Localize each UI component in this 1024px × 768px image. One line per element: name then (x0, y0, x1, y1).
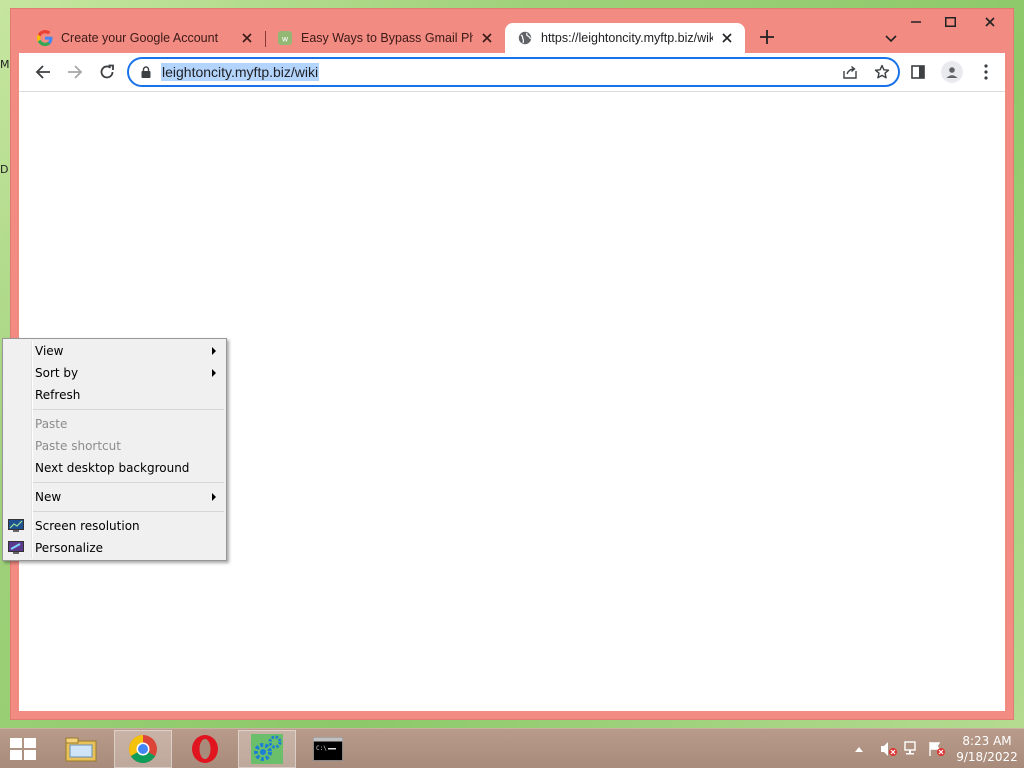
menu-separator (3, 406, 226, 413)
bookmark-star-icon[interactable] (872, 62, 892, 82)
taskbar-settings-app[interactable] (238, 730, 296, 768)
address-bar[interactable]: leightoncity.myftp.biz/wiki (127, 57, 900, 87)
menu-item-new[interactable]: New (3, 486, 226, 508)
command-prompt-icon: C:\ (313, 737, 343, 761)
taskbar: C:\ 8:23 AM 9/18/2022 (0, 728, 1024, 768)
minimize-button[interactable] (899, 9, 933, 35)
menu-item-label: Personalize (35, 541, 104, 555)
share-icon[interactable] (840, 62, 860, 82)
menu-item-label: New (35, 490, 62, 504)
tab-bypass-gmail[interactable]: w Easy Ways to Bypass Gmail Phone (265, 23, 505, 53)
tab-strip: Create your Google Account w Easy Ways t… (25, 21, 903, 53)
taskbar-command-prompt[interactable]: C:\ (299, 730, 357, 768)
menu-item-label: Next desktop background (35, 461, 190, 475)
close-tab-icon[interactable] (719, 30, 735, 46)
reload-icon (100, 64, 114, 79)
url-text[interactable]: leightoncity.myftp.biz/wiki (161, 63, 320, 81)
menu-item-sort-by[interactable]: Sort by (3, 362, 226, 384)
menu-item-label: Paste shortcut (35, 439, 121, 453)
tab-google-account[interactable]: Create your Google Account (25, 23, 265, 53)
submenu-arrow-icon (212, 347, 216, 355)
close-tab-icon[interactable] (479, 30, 495, 46)
back-arrow-icon (35, 65, 50, 79)
tab-search-button[interactable] (881, 29, 901, 49)
taskbar-opera[interactable] (176, 730, 234, 768)
new-tab-button[interactable] (753, 23, 781, 51)
plus-icon (760, 30, 774, 44)
file-explorer-icon (65, 737, 97, 762)
submenu-arrow-icon (212, 493, 216, 501)
globe-icon (517, 30, 533, 46)
menu-separator (3, 508, 226, 515)
close-tab-icon[interactable] (239, 30, 255, 46)
reload-button[interactable] (91, 56, 123, 88)
tab-title: https://leightoncity.myftp.biz/wiki (541, 31, 713, 45)
close-icon (985, 17, 995, 27)
menu-item-view[interactable]: View (3, 340, 226, 362)
start-button[interactable] (6, 735, 40, 763)
action-center-icon[interactable] (926, 738, 948, 760)
desktop-context-menu: View Sort by Refresh Paste Paste shortcu… (2, 338, 227, 561)
windows-logo-icon (10, 738, 36, 760)
menu-item-refresh[interactable]: Refresh (3, 384, 226, 406)
menu-item-label: Refresh (35, 388, 81, 402)
minimize-icon (911, 21, 921, 23)
desktop-icon-label: D (0, 163, 9, 176)
menu-item-label: Sort by (35, 366, 79, 380)
forward-arrow-icon (68, 65, 83, 79)
svg-text:w: w (282, 35, 289, 44)
system-tray: 8:23 AM 9/18/2022 (848, 729, 1024, 768)
taskbar-file-explorer[interactable] (52, 730, 110, 768)
maximize-button[interactable] (933, 9, 967, 35)
chrome-icon (129, 735, 157, 763)
personalize-icon (8, 541, 24, 554)
menu-item-paste-shortcut: Paste shortcut (3, 435, 226, 457)
back-button[interactable] (27, 56, 59, 88)
network-icon[interactable] (902, 738, 924, 760)
menu-item-paste: Paste (3, 413, 226, 435)
profile-button[interactable] (937, 56, 967, 88)
menu-kebab-icon[interactable] (971, 56, 1001, 88)
google-g-icon (37, 30, 53, 46)
volume-muted-icon[interactable] (878, 738, 900, 760)
menu-item-label: Paste (35, 417, 68, 431)
monitor-icon (8, 519, 24, 532)
lock-icon[interactable] (139, 65, 153, 79)
menu-item-screen-resolution[interactable]: Screen resolution (3, 515, 226, 537)
side-panel-icon[interactable] (903, 56, 933, 88)
submenu-arrow-icon (212, 369, 216, 377)
clock-date: 9/18/2022 (956, 750, 1018, 764)
show-hidden-icons-icon[interactable] (848, 738, 870, 760)
opera-icon (192, 735, 218, 763)
window-controls (899, 9, 1013, 35)
menu-item-label: View (35, 344, 64, 358)
chevron-down-icon (885, 35, 897, 43)
menu-item-personalize[interactable]: Personalize (3, 537, 226, 559)
desktop-icon-label: M (0, 58, 10, 71)
svg-text:C:\: C:\ (316, 745, 327, 752)
wikihow-icon: w (277, 30, 293, 46)
menu-item-label: Screen resolution (35, 519, 140, 533)
browser-toolbar: leightoncity.myftp.biz/wiki (19, 53, 1005, 91)
taskbar-chrome[interactable] (114, 730, 172, 768)
close-window-button[interactable] (967, 9, 1013, 35)
maximize-icon (944, 17, 956, 27)
menu-separator (3, 479, 226, 486)
menu-item-next-desktop-background[interactable]: Next desktop background (3, 457, 226, 479)
tab-title: Create your Google Account (61, 31, 219, 45)
clock-time: 8:23 AM (962, 734, 1012, 748)
tab-title: Easy Ways to Bypass Gmail Phone (301, 31, 473, 45)
tab-leightoncity[interactable]: https://leightoncity.myftp.biz/wiki (505, 23, 745, 53)
taskbar-clock[interactable]: 8:23 AM 9/18/2022 (950, 733, 1024, 765)
avatar-icon (941, 61, 963, 83)
settings-gears-icon (251, 734, 283, 764)
forward-button[interactable] (59, 56, 91, 88)
